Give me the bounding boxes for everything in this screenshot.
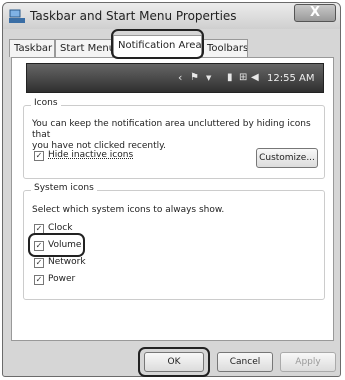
clock-text: 12:55 AM <box>267 73 315 84</box>
tab-label: Toolbars <box>207 43 248 54</box>
chevron-left-icon: ‹ <box>178 71 183 84</box>
button-label: Cancel <box>229 357 261 367</box>
properties-window: Taskbar and Start Menu Properties X Task… <box>2 2 341 377</box>
tab-label: Start Menu <box>60 43 113 54</box>
battery-icon: ▮ <box>227 72 233 83</box>
system-icons-description: Select which system icons to always show… <box>32 205 225 215</box>
cancel-button[interactable]: Cancel <box>217 352 273 372</box>
close-button[interactable]: X <box>294 4 336 22</box>
tab-label: Taskbar <box>14 43 53 54</box>
icons-group: Icons You can keep the notification area… <box>23 98 325 179</box>
power-checkbox[interactable]: ✓ <box>34 275 44 285</box>
hide-inactive-checkbox[interactable]: ✓ <box>34 151 44 161</box>
volume-icon: ◀ <box>251 72 259 83</box>
highlight-annotation <box>111 29 204 59</box>
highlight-annotation <box>28 233 85 257</box>
button-label: Apply <box>295 357 321 367</box>
window-title: Taskbar and Start Menu Properties <box>30 9 237 23</box>
tab-taskbar[interactable]: Taskbar <box>9 39 55 57</box>
highlight-annotation <box>138 347 210 377</box>
hide-inactive-label[interactable]: Hide inactive icons <box>48 150 133 160</box>
apply-button[interactable]: Apply <box>280 352 336 372</box>
button-label: Customize... <box>259 153 315 163</box>
description-line: You can keep the notification area unclu… <box>32 119 311 140</box>
clock-label[interactable]: Clock <box>48 223 72 233</box>
group-title: Icons <box>31 98 61 108</box>
tab-toolbars[interactable]: Toolbars <box>202 39 248 57</box>
power-label[interactable]: Power <box>48 274 75 284</box>
network-checkbox[interactable]: ✓ <box>34 258 44 268</box>
arrow-down-icon: ▼ <box>206 74 212 82</box>
title-bar[interactable]: Taskbar and Start Menu Properties X <box>3 3 340 29</box>
customize-button[interactable]: Customize... <box>256 148 318 168</box>
network-icon: ⊞ <box>239 72 248 83</box>
network-label[interactable]: Network <box>48 257 86 267</box>
close-icon: X <box>309 5 321 20</box>
taskbar-preview: ‹ ⚑ ▼ ▮ ⊞ ◀ 12:55 AM <box>26 63 324 93</box>
flag-icon: ⚑ <box>190 72 199 83</box>
group-title: System icons <box>31 183 97 193</box>
tab-start-menu[interactable]: Start Menu <box>55 39 113 57</box>
taskbar-app-icon <box>9 9 25 23</box>
